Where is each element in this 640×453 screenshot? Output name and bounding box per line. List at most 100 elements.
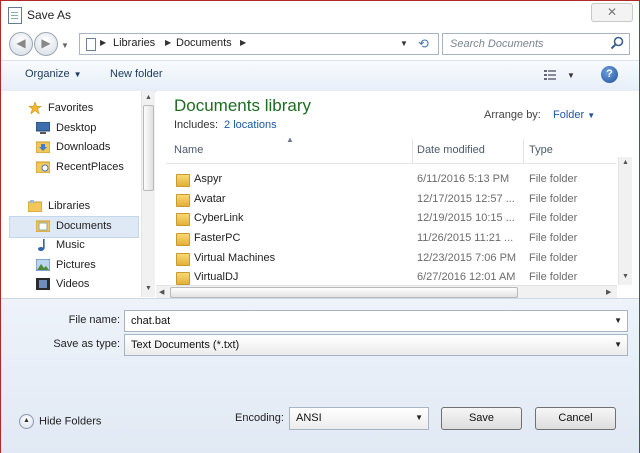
table-row[interactable]: Aspyr 6/11/2016 5:13 PM File folder [166,170,616,190]
new-folder-button[interactable]: New folder [110,68,163,80]
filename-label: File name: [68,314,120,326]
table-row[interactable]: Virtual Machines 12/23/2015 7:06 PM File… [166,249,616,269]
file-date: 6/27/2016 12:01 AM [417,271,516,283]
file-date: 11/26/2015 11:21 ... [417,232,514,244]
file-type: File folder [529,232,578,244]
column-divider[interactable] [412,139,413,163]
search-icon[interactable] [610,36,624,50]
address-bar[interactable]: ▶ Libraries ▶ Documents ▶ ▼ ⟲ [79,33,439,55]
recent-locations-dropdown[interactable]: ▼ [61,41,69,50]
scroll-down-icon[interactable]: ▼ [145,285,152,292]
chevron-down-icon: ▼ [73,70,82,79]
view-options-icon[interactable] [544,70,556,80]
library-includes: Includes: 2 locations [174,119,277,131]
sidebar-label: Documents [56,220,112,232]
chevron-down-icon[interactable]: ▼ [614,316,622,325]
file-type: File folder [529,193,578,205]
search-placeholder: Search Documents [450,38,544,50]
table-row[interactable]: Avatar 12/17/2015 12:57 ... File folder [166,190,616,210]
filename-value: chat.bat [131,315,171,327]
file-name: VirtualDJ [194,271,239,283]
documents-icon [36,220,50,232]
view-dropdown-icon[interactable]: ▼ [567,71,575,80]
navigation-bar: ◀ ▶ ▼ ▶ Libraries ▶ Documents ▶ ▼ ⟲ Sear… [1,29,639,59]
file-date: 12/19/2015 10:15 ... [417,212,515,224]
file-list-vertical-scrollbar[interactable]: ▲ ▼ [618,157,632,285]
save-options-panel: File name: chat.bat ▼ Save as type: Text… [1,298,639,453]
desktop-icon [36,122,50,134]
location-icon [86,38,96,51]
sidebar-label: Pictures [56,259,96,271]
refresh-icon[interactable]: ⟲ [418,36,429,52]
breadcrumb-separator-icon[interactable]: ▶ [165,38,171,47]
address-dropdown-icon[interactable]: ▼ [400,39,408,48]
libraries-icon [28,200,42,212]
file-name: Avatar [194,193,226,205]
folder-icon [176,213,190,226]
library-title: Documents library [174,96,311,115]
star-icon [28,102,42,114]
breadcrumb-libraries[interactable]: Libraries [113,37,155,49]
videos-icon [36,278,50,290]
sidebar-label: RecentPlaces [56,161,124,173]
help-icon[interactable]: ? [601,66,618,83]
encoding-value: ANSI [296,412,322,424]
file-list-horizontal-scrollbar[interactable]: ◀ ▶ [156,285,617,298]
save-button[interactable]: Save [441,407,522,430]
breadcrumb-separator-icon[interactable]: ▶ [240,38,246,47]
table-row[interactable]: FasterPC 11/26/2015 11:21 ... File folde… [166,229,616,249]
locations-link[interactable]: 2 locations [224,119,277,131]
search-input[interactable]: Search Documents [442,33,630,55]
close-button[interactable]: ✕ [591,3,633,22]
file-type: File folder [529,271,578,283]
scroll-thumb[interactable] [143,105,154,191]
navigation-pane: Favorites Desktop Downloads RecentPlaces… [1,91,153,297]
command-toolbar: Organize ▼ New folder ▼ ? [1,60,639,92]
downloads-folder-icon [36,141,50,153]
file-date: 12/17/2015 12:57 ... [417,193,515,205]
title-bar: Save As ✕ [1,1,639,29]
savetype-dropdown[interactable]: Text Documents (*.txt) ▼ [124,334,628,356]
file-name: FasterPC [194,232,241,244]
sidebar-label: Music [56,239,85,251]
arrange-by-dropdown[interactable]: Folder ▼ [553,109,595,121]
scroll-left-icon[interactable]: ◀ [159,288,164,296]
sort-ascending-icon: ▲ [286,135,294,144]
music-icon [38,239,45,251]
scroll-thumb[interactable] [170,287,518,298]
chevron-down-icon: ▼ [415,413,423,422]
folder-icon [176,253,190,266]
back-arrow-icon[interactable]: ◀ [9,32,33,56]
savetype-label: Save as type: [53,338,120,350]
file-name: CyberLink [194,212,244,224]
save-as-dialog: Save As ✕ ◀ ▶ ▼ ▶ Libraries ▶ Documents … [0,0,640,453]
encoding-dropdown[interactable]: ANSI ▼ [289,407,429,430]
organize-menu[interactable]: Organize ▼ [25,68,82,80]
filename-field[interactable]: chat.bat ▼ [124,310,628,332]
hide-folders-label: Hide Folders [39,415,102,428]
table-row[interactable]: CyberLink 12/19/2015 10:15 ... File fold… [166,209,616,229]
file-type: File folder [529,252,578,264]
cancel-button[interactable]: Cancel [535,407,616,430]
column-divider[interactable] [523,139,524,163]
column-type[interactable]: Type [529,144,553,156]
breadcrumb-documents[interactable]: Documents [176,37,232,49]
file-name: Aspyr [194,173,223,185]
breadcrumb-separator-icon[interactable]: ▶ [100,38,106,47]
folder-icon [176,194,190,207]
forward-arrow-icon[interactable]: ▶ [34,32,58,56]
scroll-up-icon[interactable]: ▲ [145,94,152,101]
file-date: 6/11/2016 5:13 PM [417,173,510,185]
column-date-modified[interactable]: Date modified [417,144,485,156]
includes-label: Includes: [174,119,219,131]
scroll-down-icon[interactable]: ▼ [622,273,629,280]
column-header: ▲ Name Date modified Type [166,135,616,164]
navigation-scrollbar[interactable]: ▲ ▼ [141,91,155,297]
hide-folders-button[interactable]: ▲ Hide Folders [19,414,101,429]
scroll-right-icon[interactable]: ▶ [606,288,611,296]
scroll-up-icon[interactable]: ▲ [622,159,629,166]
column-name[interactable]: Name [174,144,203,156]
file-name: Virtual Machines [194,252,276,264]
folder-icon [176,272,190,285]
notepad-icon [8,7,22,24]
